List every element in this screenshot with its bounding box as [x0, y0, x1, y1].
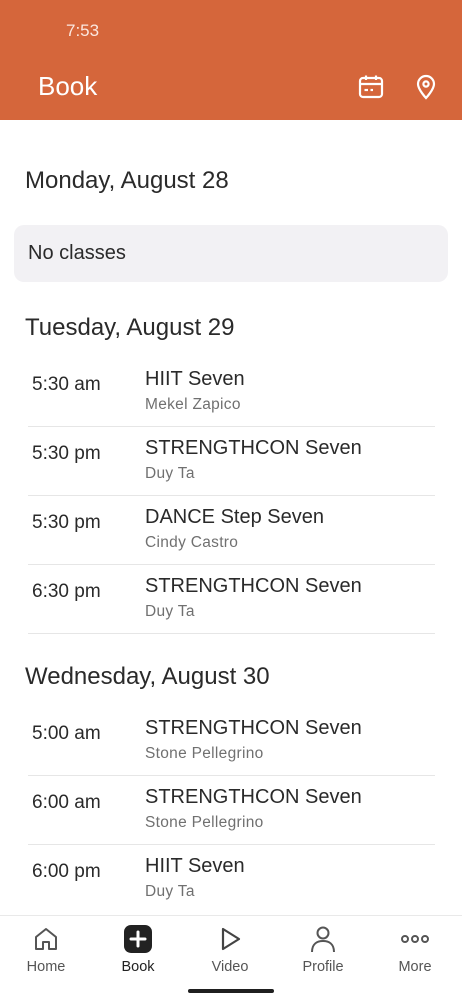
- class-name: STRENGTHCON Seven: [145, 717, 362, 739]
- class-name: DANCE Step Seven: [145, 506, 324, 528]
- class-row[interactable]: 6:00 pm HIIT Seven Duy Ta: [28, 845, 435, 914]
- nav-item-video[interactable]: Video: [184, 924, 276, 984]
- class-instructor: Duy Ta: [145, 603, 195, 620]
- class-time: 5:00 am: [32, 723, 101, 744]
- class-instructor: Stone Pellegrino: [145, 745, 264, 762]
- class-row[interactable]: 5:30 pm DANCE Step Seven Cindy Castro: [28, 496, 435, 565]
- status-bar-time: 7:53: [66, 21, 100, 40]
- home-icon: [31, 924, 61, 954]
- nav-item-more[interactable]: More: [369, 924, 461, 984]
- nav-label: Profile: [302, 959, 344, 975]
- nav-item-profile[interactable]: Profile: [277, 924, 369, 984]
- nav-label: Book: [121, 959, 155, 975]
- class-time: 5:30 pm: [32, 512, 101, 533]
- nav-label: More: [398, 959, 432, 975]
- class-row[interactable]: 6:30 pm STRENGTHCON Seven Duy Ta: [28, 565, 435, 634]
- class-instructor: Cindy Castro: [145, 534, 239, 551]
- class-name: HIIT Seven: [145, 855, 245, 877]
- class-time: 5:30 pm: [32, 443, 101, 464]
- class-time: 6:30 pm: [32, 581, 101, 602]
- class-time: 6:00 am: [32, 792, 101, 813]
- bottom-nav: Home Book Video Profile More: [0, 915, 462, 1000]
- nav-item-book[interactable]: Book: [92, 924, 184, 984]
- more-dots-icon: [400, 924, 430, 954]
- class-instructor: Stone Pellegrino: [145, 814, 264, 831]
- class-row[interactable]: 5:30 pm STRENGTHCON Seven Duy Ta: [28, 427, 435, 496]
- location-pin-icon[interactable]: [411, 72, 441, 102]
- home-indicator: [188, 989, 274, 993]
- nav-item-home[interactable]: Home: [0, 924, 92, 984]
- nav-label: Home: [26, 959, 66, 975]
- page-title: Book: [38, 71, 98, 101]
- class-name: STRENGTHCON Seven: [145, 575, 362, 597]
- class-time: 6:00 pm: [32, 861, 101, 882]
- class-time: 5:30 am: [32, 374, 101, 395]
- class-instructor: Duy Ta: [145, 883, 195, 900]
- day-heading: Monday, August 28: [25, 167, 229, 194]
- app-header: 7:53 Book: [0, 0, 462, 120]
- plus-square-icon: [123, 924, 153, 954]
- no-classes-card: No classes: [14, 225, 448, 282]
- calendar-icon[interactable]: [356, 72, 386, 102]
- play-icon: [215, 924, 245, 954]
- class-name: STRENGTHCON Seven: [145, 437, 362, 459]
- class-row[interactable]: 6:00 am STRENGTHCON Seven Stone Pellegri…: [28, 776, 435, 845]
- class-row[interactable]: 5:00 am STRENGTHCON Seven Stone Pellegri…: [28, 707, 435, 776]
- day-heading: Wednesday, August 30: [25, 663, 270, 690]
- nav-label: Video: [211, 959, 249, 975]
- class-name: STRENGTHCON Seven: [145, 786, 362, 808]
- class-instructor: Mekel Zapico: [145, 396, 241, 413]
- class-row[interactable]: 5:30 am HIIT Seven Mekel Zapico: [28, 358, 435, 427]
- schedule-list: Monday, August 28 No classes Tuesday, Au…: [0, 120, 462, 915]
- app-screen: 7:53 Book Monday, August 28 No classes T…: [0, 0, 462, 1000]
- person-icon: [308, 924, 338, 954]
- day-heading: Tuesday, August 29: [25, 314, 235, 341]
- class-name: HIIT Seven: [145, 368, 245, 390]
- class-instructor: Duy Ta: [145, 465, 195, 482]
